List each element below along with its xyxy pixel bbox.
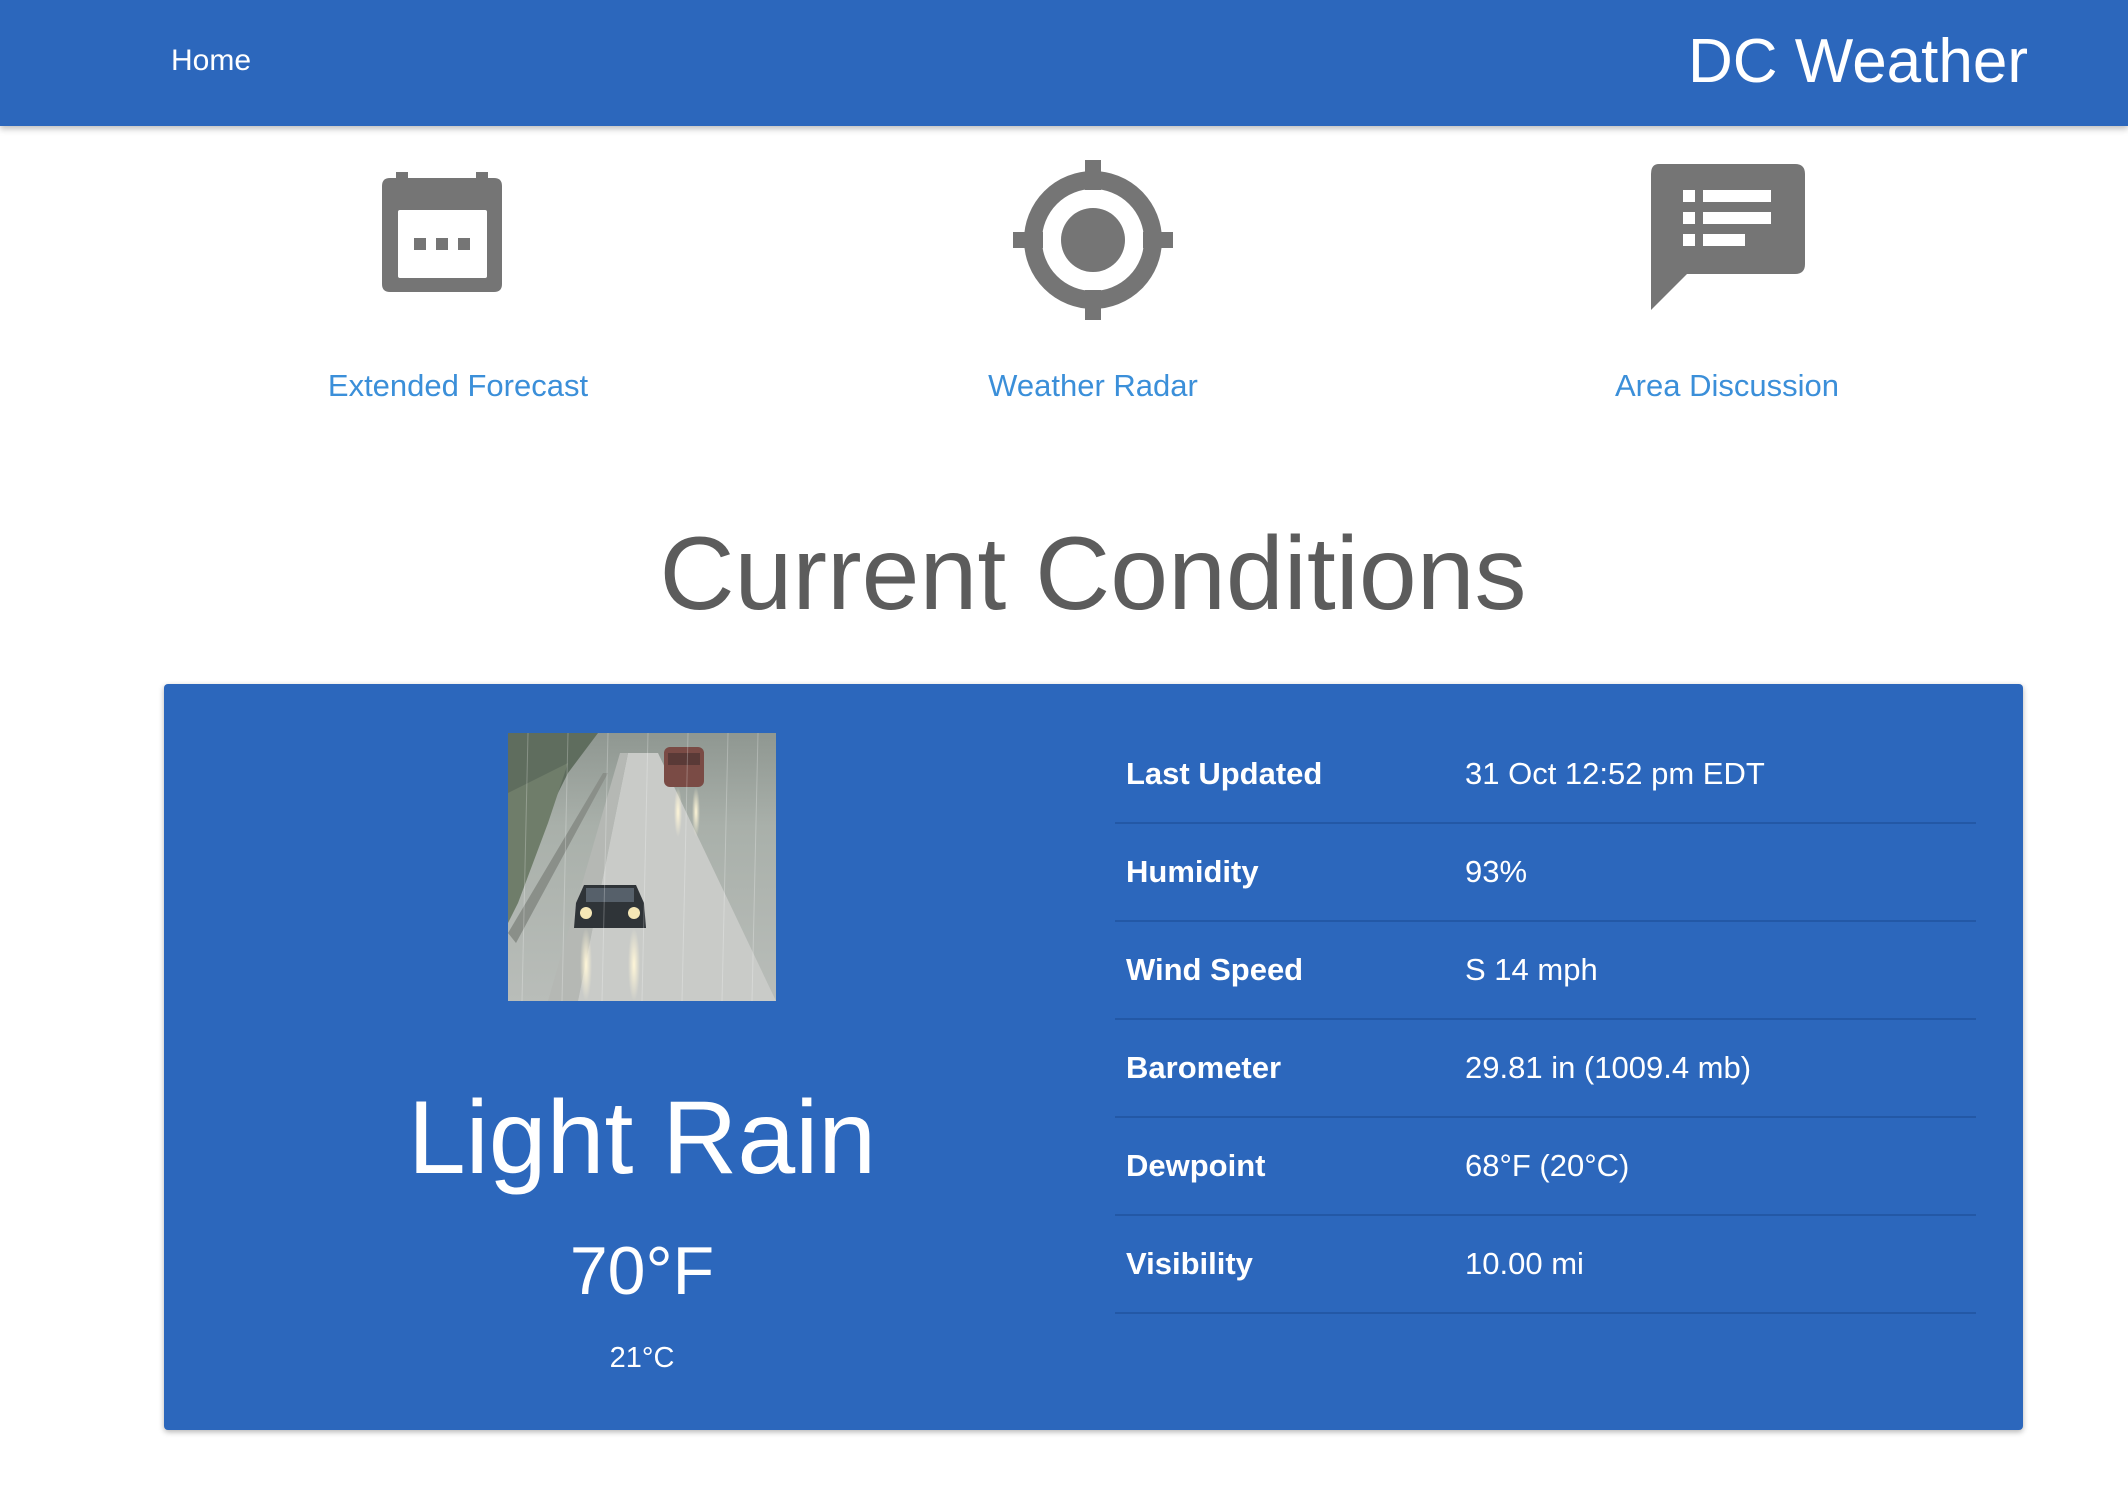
light-rain-road-image (508, 733, 776, 1001)
detail-row-visibility: Visibility 10.00 mi (1115, 1216, 1976, 1314)
top-navbar: Home DC Weather (0, 0, 2128, 126)
detail-label: Wind Speed (1126, 952, 1304, 987)
condition-text: Light Rain (407, 1080, 877, 1196)
conditions-details-table: Last Updated 31 Oct 12:52 pm EDT Humidit… (1115, 726, 1976, 1314)
detail-value: 10.00 mi (1465, 1246, 1584, 1281)
extended-forecast-link[interactable]: Extended Forecast (248, 150, 668, 404)
detail-label: Visibility (1126, 1246, 1253, 1281)
detail-label: Last Updated (1126, 756, 1323, 791)
temperature-celsius: 21°C (609, 1342, 675, 1374)
area-discussion-label: Area Discussion (1615, 368, 1839, 403)
detail-label: Humidity (1126, 854, 1259, 889)
detail-row-last-updated: Last Updated 31 Oct 12:52 pm EDT (1115, 726, 1976, 824)
detail-value: S 14 mph (1465, 952, 1598, 987)
current-conditions-card: Light Rain 70°F 21°C Last Updated 31 Oct… (164, 684, 2023, 1430)
detail-row-dewpoint: Dewpoint 68°F (20°C) (1115, 1118, 1976, 1216)
detail-label: Dewpoint (1126, 1148, 1266, 1183)
detail-label: Barometer (1126, 1050, 1282, 1085)
calendar-icon (382, 172, 502, 292)
detail-value: 29.81 in (1009.4 mb) (1465, 1050, 1752, 1085)
speech-bubble-list-icon (1651, 164, 1805, 310)
brand-title[interactable]: DC Weather (1688, 26, 2028, 97)
weather-condition-photo (508, 733, 776, 1001)
detail-row-barometer: Barometer 29.81 in (1009.4 mb) (1115, 1020, 1976, 1118)
detail-value: 93% (1465, 854, 1528, 889)
crosshair-icon (1013, 160, 1173, 320)
area-discussion-link[interactable]: Area Discussion (1517, 150, 1937, 404)
detail-row-humidity: Humidity 93% (1115, 824, 1976, 922)
weather-radar-link[interactable]: Weather Radar (883, 150, 1303, 404)
weather-radar-label: Weather Radar (988, 368, 1198, 403)
extended-forecast-label: Extended Forecast (327, 368, 589, 403)
detail-value: 31 Oct 12:52 pm EDT (1465, 756, 1765, 791)
nav-home-link[interactable]: Home (171, 44, 251, 78)
detail-value: 68°F (20°C) (1465, 1148, 1630, 1183)
temperature-fahrenheit: 70°F (569, 1233, 715, 1309)
detail-row-wind-speed: Wind Speed S 14 mph (1115, 922, 1976, 1020)
page-title: Current Conditions (659, 516, 1527, 632)
